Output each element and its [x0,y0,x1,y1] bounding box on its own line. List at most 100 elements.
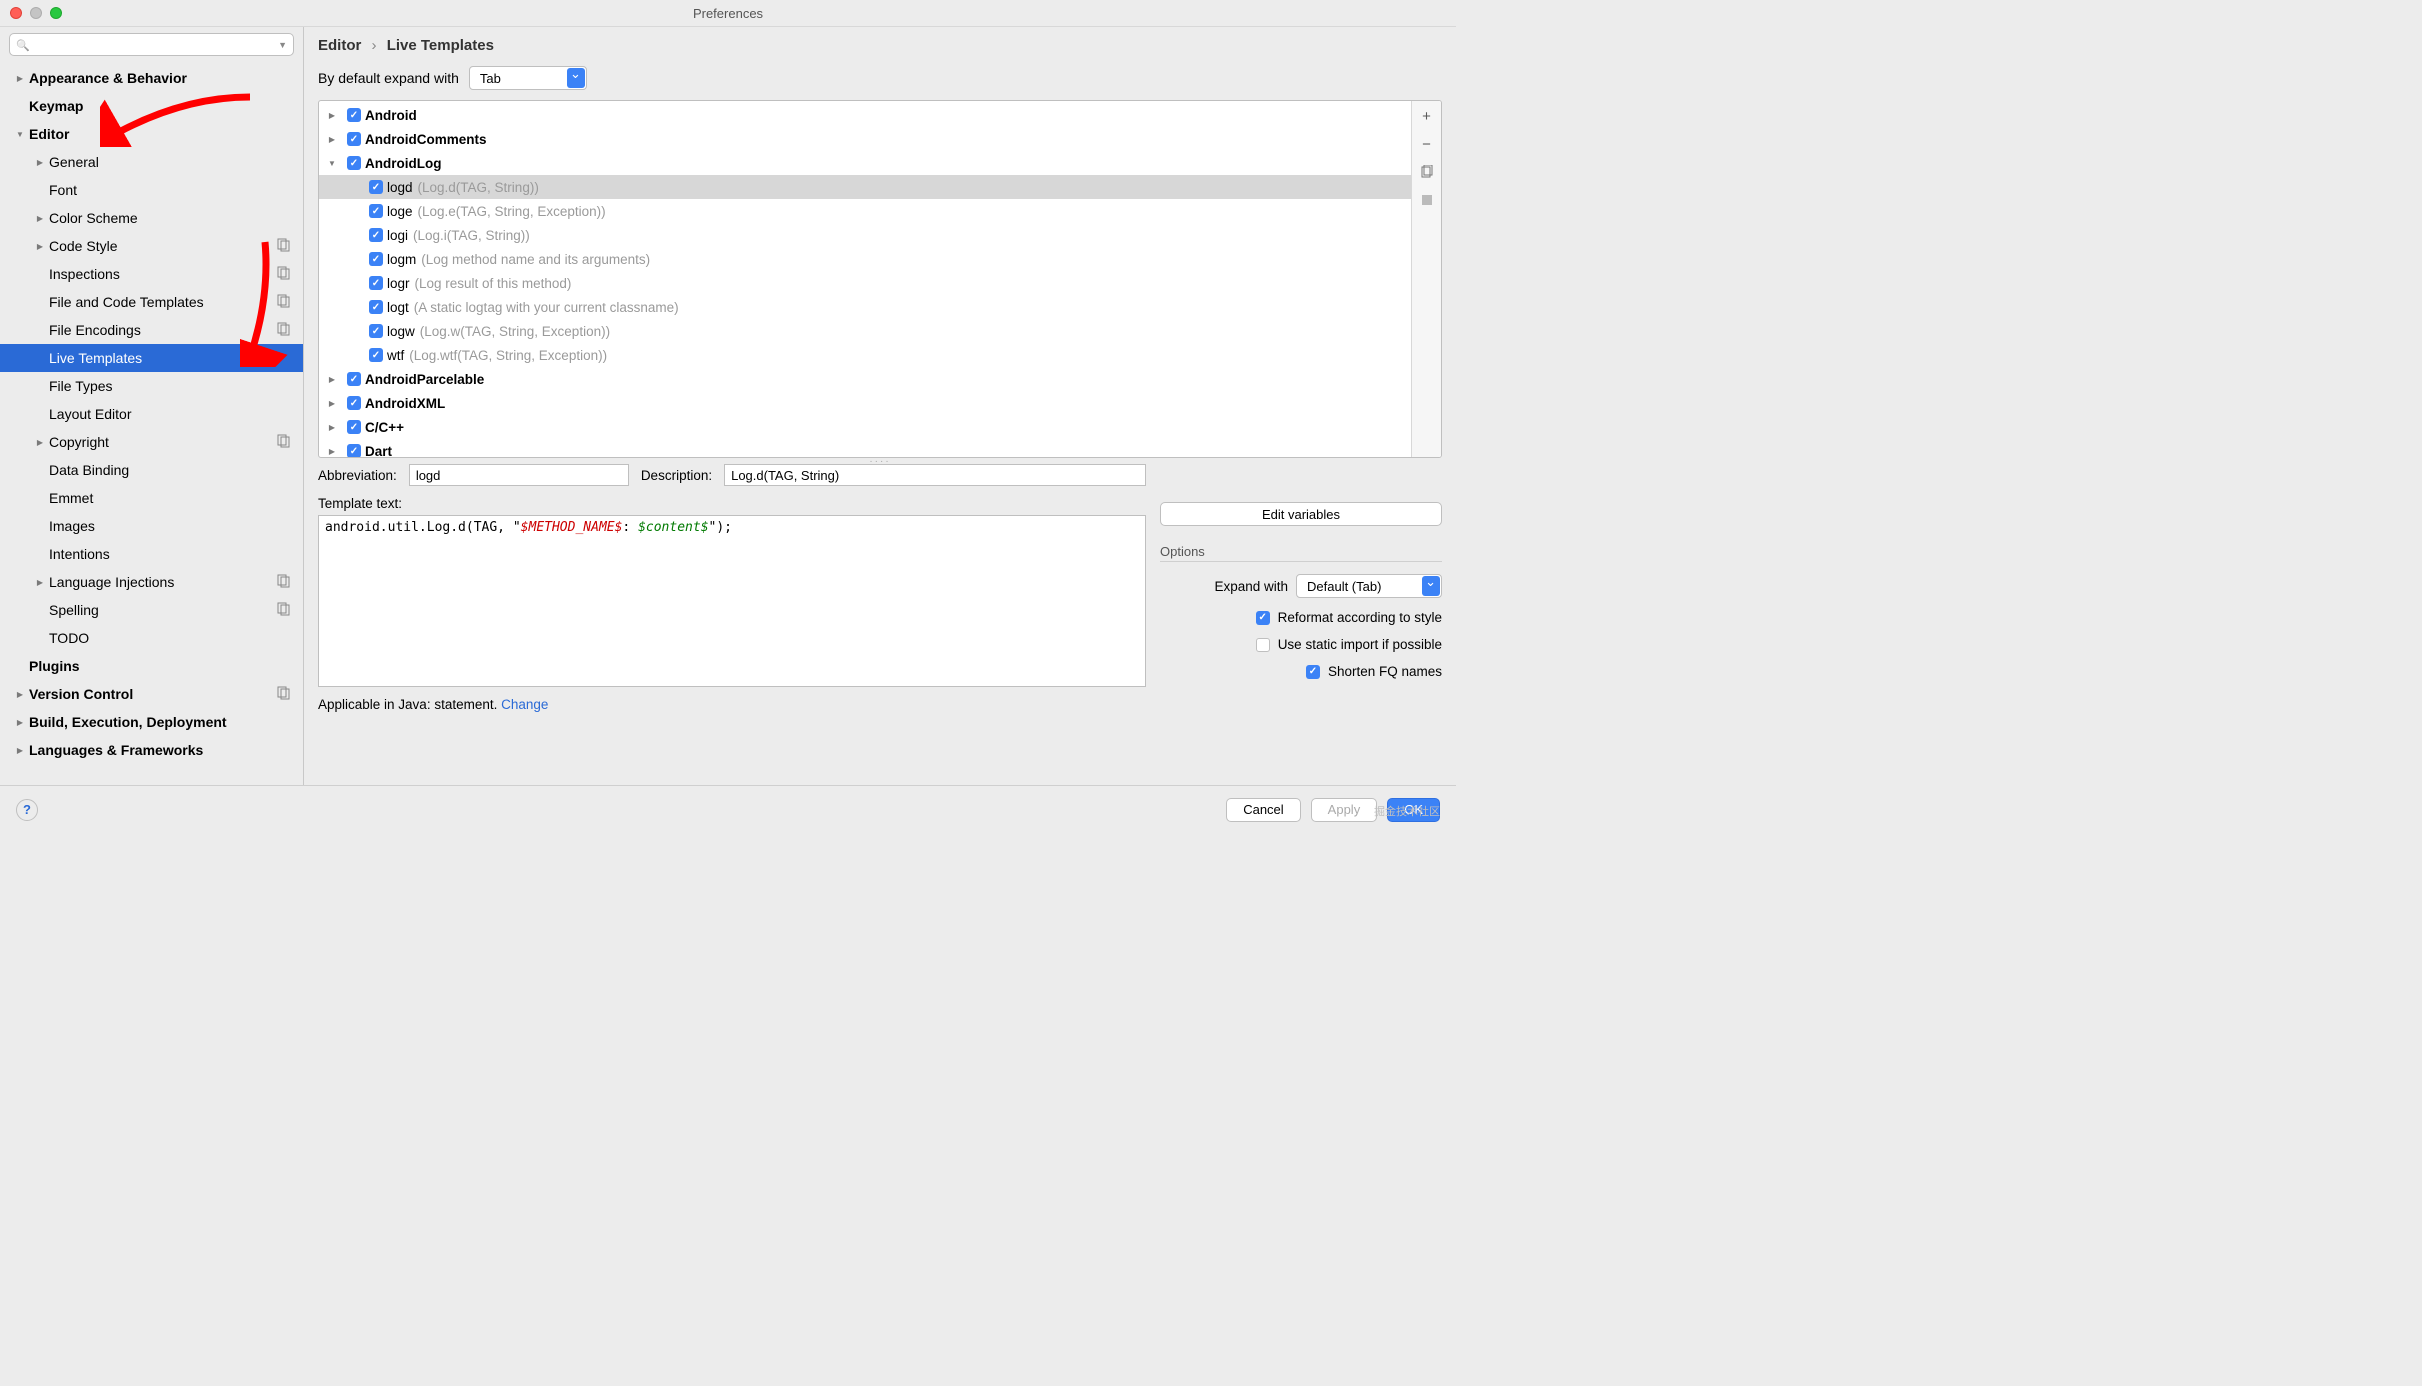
help-button[interactable]: ? [16,799,38,821]
restore-template-button[interactable] [1416,189,1438,211]
template-item-logw[interactable]: logw(Log.w(TAG, String, Exception)) [319,319,1411,343]
template-text-area[interactable]: android.util.Log.d(TAG, "$METHOD_NAME$: … [318,515,1146,687]
sidebar-item-keymap[interactable]: Keymap [0,92,303,120]
expand-closed-icon[interactable] [34,438,46,447]
expand-closed-icon[interactable] [34,242,46,251]
sidebar-item-file-types[interactable]: File Types [0,372,303,400]
expand-closed-icon[interactable] [321,447,343,456]
expand-closed-icon[interactable] [14,74,26,83]
edit-variables-button[interactable]: Edit variables [1160,502,1442,526]
template-checkbox[interactable] [369,204,383,218]
sidebar-item-build-execution-deployment[interactable]: Build, Execution, Deployment [0,708,303,736]
sidebar-item-layout-editor[interactable]: Layout Editor [0,400,303,428]
expand-closed-icon[interactable] [34,158,46,167]
search-input[interactable]: ▼ [9,33,294,56]
template-checkbox[interactable] [369,324,383,338]
expand-closed-icon[interactable] [34,578,46,587]
expand-closed-icon[interactable] [321,399,343,408]
template-group-dart[interactable]: Dart [319,439,1411,457]
group-checkbox[interactable] [347,396,361,410]
template-group-c-c-[interactable]: C/C++ [319,415,1411,439]
sidebar-item-images[interactable]: Images [0,512,303,540]
template-item-logm[interactable]: logm(Log method name and its arguments) [319,247,1411,271]
sidebar-item-appearance-behavior[interactable]: Appearance & Behavior [0,64,303,92]
sidebar-item-color-scheme[interactable]: Color Scheme [0,204,303,232]
sidebar-item-general[interactable]: General [0,148,303,176]
template-list[interactable]: AndroidAndroidCommentsAndroidLoglogd(Log… [319,101,1411,457]
change-context-link[interactable]: Change [501,697,548,712]
expand-closed-icon[interactable] [321,111,343,120]
sidebar-item-languages-frameworks[interactable]: Languages & Frameworks [0,736,303,764]
sidebar-item-label: Emmet [49,490,93,506]
expand-with-select[interactable]: Tab [469,66,587,90]
template-item-logt[interactable]: logt(A static logtag with your current c… [319,295,1411,319]
settings-tree[interactable]: Appearance & BehaviorKeymapEditorGeneral… [0,62,303,785]
sidebar-item-plugins[interactable]: Plugins [0,652,303,680]
template-item-loge[interactable]: loge(Log.e(TAG, String, Exception)) [319,199,1411,223]
expand-closed-icon[interactable] [321,423,343,432]
sidebar-item-font[interactable]: Font [0,176,303,204]
template-checkbox[interactable] [369,252,383,266]
template-checkbox[interactable] [369,348,383,362]
sidebar-item-code-style[interactable]: Code Style [0,232,303,260]
sidebar-item-spelling[interactable]: Spelling [0,596,303,624]
abbreviation-input[interactable] [409,464,629,486]
template-group-androidparcelable[interactable]: AndroidParcelable [319,367,1411,391]
sidebar-item-editor[interactable]: Editor [0,120,303,148]
sidebar-item-emmet[interactable]: Emmet [0,484,303,512]
sidebar-item-label: Build, Execution, Deployment [29,714,227,730]
sidebar-item-copyright[interactable]: Copyright [0,428,303,456]
add-template-button[interactable]: + [1416,105,1438,127]
group-checkbox[interactable] [347,372,361,386]
sidebar-item-language-injections[interactable]: Language Injections [0,568,303,596]
template-checkbox[interactable] [369,180,383,194]
sidebar-item-inspections[interactable]: Inspections [0,260,303,288]
expand-open-icon[interactable] [321,159,343,168]
group-checkbox[interactable] [347,132,361,146]
template-item-logr[interactable]: logr(Log result of this method) [319,271,1411,295]
sidebar-item-intentions[interactable]: Intentions [0,540,303,568]
reformat-checkbox[interactable] [1256,611,1270,625]
sidebar-item-version-control[interactable]: Version Control [0,680,303,708]
maximize-icon[interactable] [50,7,62,19]
sidebar-item-live-templates[interactable]: Live Templates [0,344,303,372]
group-checkbox[interactable] [347,108,361,122]
search-field[interactable] [34,37,274,52]
dropdown-arrow-icon[interactable]: ▼ [278,40,287,50]
cancel-button[interactable]: Cancel [1226,798,1300,822]
expand-closed-icon[interactable] [321,375,343,384]
template-group-android[interactable]: Android [319,103,1411,127]
template-group-androidlog[interactable]: AndroidLog [319,151,1411,175]
expand-closed-icon[interactable] [34,214,46,223]
expand-closed-icon[interactable] [321,135,343,144]
template-group-androidxml[interactable]: AndroidXML [319,391,1411,415]
template-checkbox[interactable] [369,276,383,290]
group-checkbox[interactable] [347,156,361,170]
apply-button[interactable]: Apply [1311,798,1378,822]
template-checkbox[interactable] [369,228,383,242]
template-abbrev: logm [387,252,416,267]
sidebar-item-file-and-code-templates[interactable]: File and Code Templates [0,288,303,316]
copy-template-button[interactable] [1416,161,1438,183]
main-pane: Editor › Live Templates By default expan… [304,27,1456,785]
template-group-androidcomments[interactable]: AndroidComments [319,127,1411,151]
group-checkbox[interactable] [347,420,361,434]
expand-open-icon[interactable] [14,130,26,139]
description-input[interactable] [724,464,1146,486]
close-icon[interactable] [10,7,22,19]
remove-template-button[interactable]: − [1416,133,1438,155]
shorten-fq-checkbox[interactable] [1306,665,1320,679]
static-import-checkbox[interactable] [1256,638,1270,652]
sidebar-item-todo[interactable]: TODO [0,624,303,652]
template-item-logd[interactable]: logd(Log.d(TAG, String)) [319,175,1411,199]
group-checkbox[interactable] [347,444,361,457]
template-checkbox[interactable] [369,300,383,314]
sidebar-item-file-encodings[interactable]: File Encodings [0,316,303,344]
expand-closed-icon[interactable] [14,690,26,699]
template-item-wtf[interactable]: wtf(Log.wtf(TAG, String, Exception)) [319,343,1411,367]
expand-closed-icon[interactable] [14,746,26,755]
expand-closed-icon[interactable] [14,718,26,727]
expand-with-template-select[interactable]: Default (Tab) [1296,574,1442,598]
sidebar-item-data-binding[interactable]: Data Binding [0,456,303,484]
template-item-logi[interactable]: logi(Log.i(TAG, String)) [319,223,1411,247]
